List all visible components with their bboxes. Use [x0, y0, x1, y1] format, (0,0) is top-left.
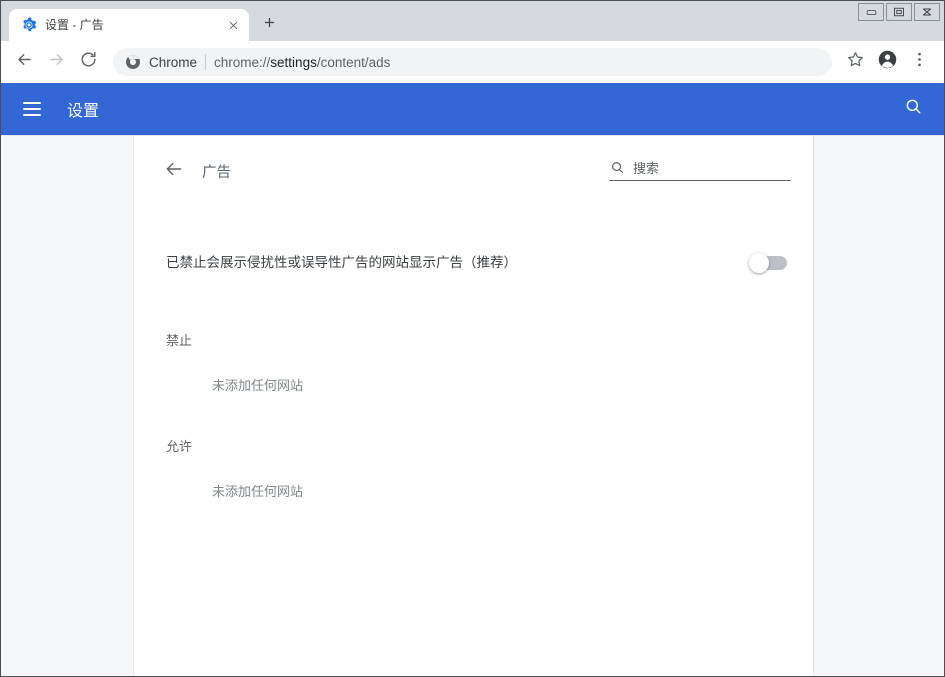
- tab-strip: 设置 - 广告: [1, 1, 944, 41]
- hamburger-menu-icon[interactable]: [23, 97, 47, 121]
- settings-search-field[interactable]: 搜索: [609, 158, 791, 181]
- subpage-back-button[interactable]: [158, 155, 190, 187]
- forward-button[interactable]: [41, 47, 71, 77]
- settings-right-rail: [814, 136, 944, 676]
- browser-window: 设置 - 广告: [0, 0, 945, 677]
- allow-section-title: 允许: [154, 436, 793, 455]
- block-section-empty-text: 未添加任何网站: [154, 375, 793, 394]
- window-minimize-button[interactable]: [858, 3, 884, 21]
- window-close-button[interactable]: [914, 3, 940, 21]
- omnibox-url-scheme: chrome://: [214, 55, 270, 70]
- search-icon: [904, 97, 923, 121]
- omnibox-separator: [205, 54, 206, 70]
- back-arrow-icon: [164, 159, 184, 184]
- settings-gear-icon: [21, 17, 37, 33]
- settings-left-rail: [1, 136, 134, 676]
- search-input-placeholder: 搜索: [633, 158, 791, 177]
- subpage-header: 广告 搜索: [154, 136, 793, 198]
- address-bar[interactable]: Chrome chrome://settings/content/ads: [113, 48, 832, 76]
- bookmark-button[interactable]: [840, 47, 870, 77]
- omnibox-url: chrome://settings/content/ads: [214, 55, 390, 70]
- settings-title: 设置: [67, 97, 900, 121]
- window-maximize-button[interactable]: [886, 3, 912, 21]
- page-title: 广告: [202, 161, 609, 182]
- plus-icon: [263, 16, 276, 34]
- browser-toolbar: Chrome chrome://settings/content/ads: [1, 41, 944, 83]
- omnibox-chrome-label: Chrome: [149, 55, 197, 70]
- hamburger-line: [23, 108, 41, 110]
- block-section: 禁止 未添加任何网站: [154, 330, 793, 394]
- settings-page-body: 广告 搜索 已禁止会展示侵扰性或误导性广告的网站显示广告（推荐）: [1, 135, 944, 676]
- window-caption-buttons: [858, 3, 940, 21]
- hamburger-line: [23, 114, 41, 116]
- account-avatar-icon: [877, 49, 898, 75]
- hamburger-line: [23, 102, 41, 104]
- three-dot-menu-icon: [910, 50, 929, 74]
- omnibox-url-path: /content/ads: [317, 55, 391, 70]
- new-tab-button[interactable]: [255, 11, 283, 39]
- star-icon: [846, 50, 865, 74]
- profile-button[interactable]: [872, 47, 902, 77]
- tab-close-icon[interactable]: [225, 17, 241, 33]
- settings-content-card: 广告 搜索 已禁止会展示侵扰性或误导性广告的网站显示广告（推荐）: [134, 136, 814, 676]
- settings-top-bar: 设置: [1, 83, 944, 135]
- allow-section-empty-text: 未添加任何网站: [154, 481, 793, 500]
- allow-section: 允许 未添加任何网站: [154, 436, 793, 500]
- back-button[interactable]: [9, 47, 39, 77]
- search-icon: [609, 160, 625, 176]
- forward-arrow-icon: [47, 50, 66, 74]
- chrome-logo-icon: [125, 54, 141, 70]
- back-arrow-icon: [15, 50, 34, 74]
- ads-blocking-toggle-label: 已禁止会展示侵扰性或误导性广告的网站显示广告（推荐）: [166, 253, 751, 273]
- reload-button[interactable]: [73, 47, 103, 77]
- ads-blocking-toggle-row[interactable]: 已禁止会展示侵扰性或误导性广告的网站显示广告（推荐）: [154, 232, 793, 294]
- tab-title: 设置 - 广告: [45, 17, 217, 33]
- toggle-knob: [749, 253, 769, 273]
- settings-search-button[interactable]: [900, 96, 926, 122]
- omnibox-url-host: settings: [270, 55, 317, 70]
- reload-icon: [79, 50, 98, 74]
- chrome-menu-button[interactable]: [904, 47, 934, 77]
- browser-tab-settings[interactable]: 设置 - 广告: [9, 9, 249, 41]
- block-section-title: 禁止: [154, 330, 793, 349]
- ads-blocking-toggle-switch[interactable]: [751, 256, 787, 270]
